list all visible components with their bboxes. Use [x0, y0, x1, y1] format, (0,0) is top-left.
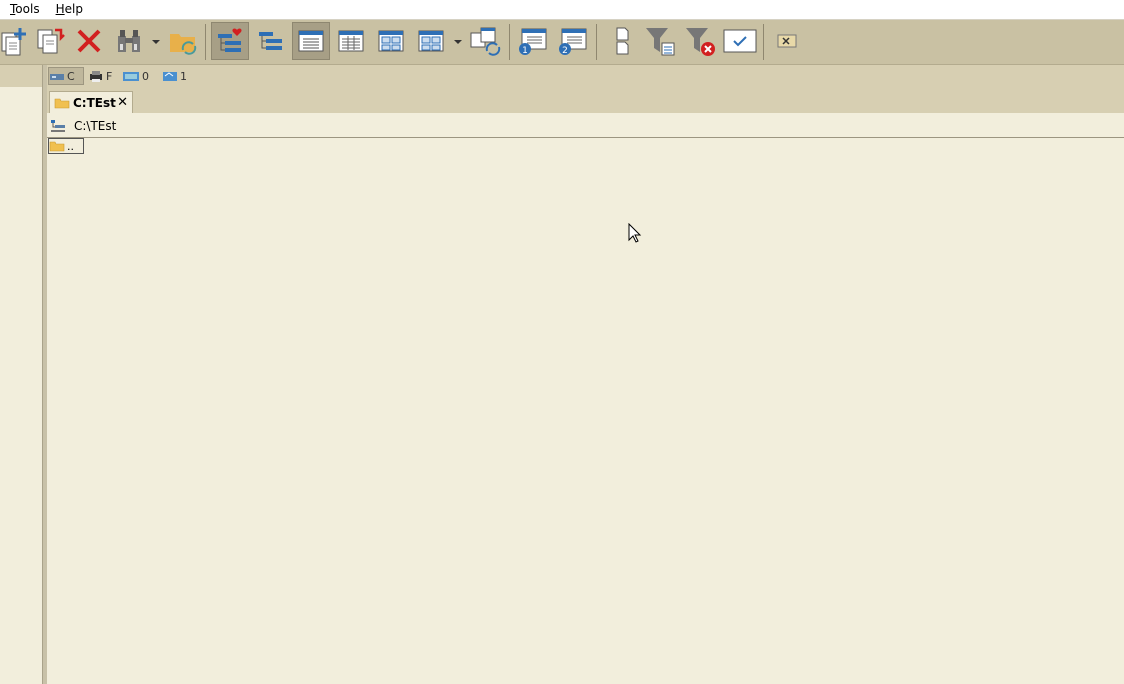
file-compare-icon[interactable] — [602, 22, 640, 60]
drive-f-button[interactable]: F — [88, 67, 112, 85]
drive-1-button[interactable]: 1 — [162, 67, 187, 85]
drive-tree-icon — [51, 119, 65, 132]
panel-1-icon[interactable]: 1 — [514, 22, 552, 60]
tab-c-test[interactable]: C:TEst ✕ — [49, 91, 133, 113]
filter-icon[interactable] — [641, 22, 679, 60]
detailed-view-icon[interactable] — [332, 22, 370, 60]
brief-view-icon[interactable] — [292, 22, 330, 60]
tab-row — [47, 87, 1124, 113]
toolbar: 1 2 — [0, 20, 1124, 65]
extract-icon[interactable] — [769, 22, 807, 60]
mouse-cursor-icon — [628, 222, 642, 246]
panel-2-icon[interactable]: 2 — [554, 22, 592, 60]
menu-help[interactable]: Help — [50, 0, 89, 19]
binoculars-icon[interactable] — [110, 22, 148, 60]
view-dropdown-icon[interactable] — [454, 40, 462, 44]
new-copy-icon[interactable] — [0, 22, 32, 60]
parent-folder-item[interactable]: .. — [48, 138, 84, 154]
printer-drive-icon — [90, 71, 102, 82]
drive-0-button[interactable]: 0 — [122, 67, 149, 85]
favorites-tree-icon[interactable] — [211, 22, 249, 60]
thumbnail-view-2-icon[interactable] — [412, 22, 450, 60]
delete-icon[interactable] — [70, 22, 108, 60]
refresh-panel-icon[interactable] — [466, 22, 504, 60]
thumbnail-view-icon[interactable] — [372, 22, 410, 60]
folder-icon — [54, 98, 70, 108]
folder-sync-icon[interactable] — [164, 22, 202, 60]
svg-text:2: 2 — [562, 46, 568, 56]
file-list-panel[interactable] — [47, 138, 1124, 684]
tab-close-icon[interactable]: ✕ — [117, 95, 128, 110]
menu-tools[interactable]: Tools — [4, 0, 46, 19]
folder-up-icon — [49, 141, 65, 152]
left-panel — [0, 87, 42, 684]
drive-c-button[interactable]: C — [48, 67, 84, 85]
svg-text:1: 1 — [522, 46, 528, 56]
menu-bar: Tools Help — [0, 0, 1124, 20]
tree-icon[interactable] — [252, 22, 290, 60]
filter-clear-icon[interactable] — [681, 22, 719, 60]
current-path: C:\TEst — [74, 118, 117, 133]
binoculars-dropdown-icon[interactable] — [152, 40, 160, 44]
hard-drive-icon — [50, 74, 64, 80]
copy-icon[interactable] — [31, 22, 69, 60]
network-drive-icon — [123, 72, 139, 81]
network-drive-2-icon — [163, 72, 177, 81]
path-bar[interactable]: C:\TEst — [47, 114, 1124, 138]
checkbox-icon[interactable] — [721, 22, 759, 60]
